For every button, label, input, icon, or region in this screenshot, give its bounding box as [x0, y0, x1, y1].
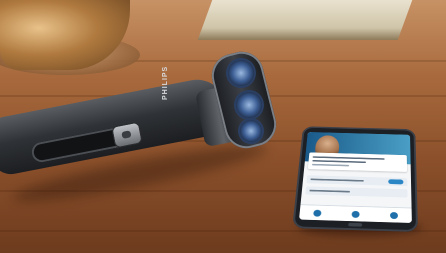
list-item [306, 175, 408, 187]
app-tab-icon [390, 212, 398, 220]
row-text [309, 189, 350, 193]
card-text [312, 159, 367, 164]
phone-screen [299, 131, 412, 223]
smartphone [292, 126, 419, 232]
shaver-blade [236, 92, 262, 118]
brand-label: PHILIPS [162, 65, 169, 100]
book [197, 0, 413, 40]
app-card [307, 152, 408, 172]
row-text [310, 178, 364, 182]
card-text [312, 156, 385, 160]
toggle [388, 179, 404, 185]
app-tab-bar [299, 204, 412, 223]
shaver-blade [228, 60, 254, 86]
phone-home-indicator [348, 222, 363, 227]
app-tab-icon [313, 209, 322, 217]
app-tab-icon [351, 210, 360, 218]
photo-scene: PHILIPS [0, 0, 446, 253]
shaver-blade [240, 120, 262, 142]
power-button-center [121, 130, 132, 139]
card-text [311, 163, 350, 167]
list-item [305, 186, 408, 198]
